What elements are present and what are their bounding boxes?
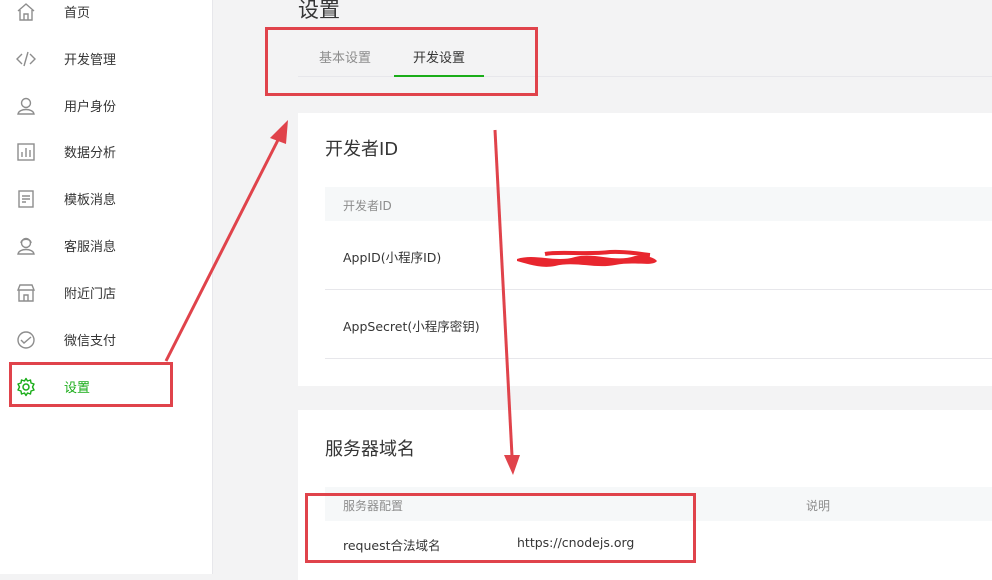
user-icon bbox=[16, 96, 36, 116]
sidebar-item-label: 设置 bbox=[64, 381, 91, 396]
redacted-value bbox=[517, 249, 657, 267]
row-label: request合法域名 bbox=[343, 538, 441, 553]
tab-dev-settings[interactable]: 开发设置 bbox=[394, 40, 484, 77]
table-header: 开发者ID bbox=[325, 187, 992, 221]
table-row-appsecret: AppSecret(小程序密钥) bbox=[325, 290, 992, 359]
header-server-config: 服务器配置 bbox=[343, 499, 404, 513]
sidebar-item-dev-management[interactable]: 开发管理 bbox=[0, 35, 212, 82]
code-icon bbox=[16, 49, 36, 69]
sidebar-item-label: 模板消息 bbox=[64, 193, 117, 208]
table-header: 服务器配置 说明 bbox=[325, 487, 992, 521]
sidebar-item-user-identity[interactable]: 用户身份 bbox=[0, 82, 212, 129]
row-value: https://cnodejs.org bbox=[517, 535, 635, 550]
tab-bar: 基本设置 开发设置 bbox=[298, 40, 992, 77]
sidebar: 首页 开发管理 用户身份 数据分析 模板消息 客服消息 附近门店 微信支付 设置 bbox=[0, 0, 213, 574]
sidebar-item-label: 首页 bbox=[64, 6, 91, 21]
home-icon bbox=[16, 2, 36, 22]
store-icon bbox=[16, 283, 36, 303]
sidebar-item-home[interactable]: 首页 bbox=[0, 0, 212, 35]
sidebar-item-nearby-store[interactable]: 附近门店 bbox=[0, 269, 212, 316]
sidebar-item-data-analysis[interactable]: 数据分析 bbox=[0, 128, 212, 175]
sidebar-item-label: 数据分析 bbox=[64, 146, 117, 161]
sidebar-item-wechat-pay[interactable]: 微信支付 bbox=[0, 316, 212, 363]
sidebar-item-customer-service[interactable]: 客服消息 bbox=[0, 222, 212, 269]
sidebar-item-label: 开发管理 bbox=[64, 53, 117, 68]
page-title: 设置 bbox=[298, 0, 340, 22]
row-label: AppID(小程序ID) bbox=[343, 250, 442, 265]
card-title: 开发者ID bbox=[325, 139, 399, 160]
sidebar-item-label: 附近门店 bbox=[64, 287, 117, 302]
header-developer-id: 开发者ID bbox=[343, 199, 392, 213]
server-domain-card: 服务器域名 服务器配置 说明 request合法域名 https://cnode… bbox=[298, 410, 992, 580]
sidebar-item-settings[interactable]: 设置 bbox=[0, 363, 212, 410]
row-label: AppSecret(小程序密钥) bbox=[343, 319, 480, 334]
sidebar-item-template-message[interactable]: 模板消息 bbox=[0, 175, 212, 222]
gear-icon bbox=[16, 377, 36, 397]
bar-chart-icon bbox=[16, 142, 36, 162]
table-row-request-domain: request合法域名 https://cnodejs.org bbox=[325, 521, 992, 569]
main-content: 设置 基本设置 开发设置 开发者ID 开发者ID AppID(小程序ID) Ap… bbox=[214, 0, 992, 580]
customer-service-icon bbox=[16, 236, 36, 256]
sidebar-item-label: 用户身份 bbox=[64, 100, 117, 115]
card-title: 服务器域名 bbox=[325, 439, 415, 460]
payment-icon bbox=[16, 330, 36, 350]
header-description: 说明 bbox=[806, 499, 831, 513]
tab-basic-settings[interactable]: 基本设置 bbox=[298, 40, 392, 77]
table-row-appid: AppID(小程序ID) bbox=[325, 221, 992, 290]
developer-id-card: 开发者ID 开发者ID AppID(小程序ID) AppSecret(小程序密钥… bbox=[298, 113, 992, 386]
sidebar-item-label: 微信支付 bbox=[64, 334, 117, 349]
document-icon bbox=[16, 189, 36, 209]
sidebar-item-label: 客服消息 bbox=[64, 240, 117, 255]
